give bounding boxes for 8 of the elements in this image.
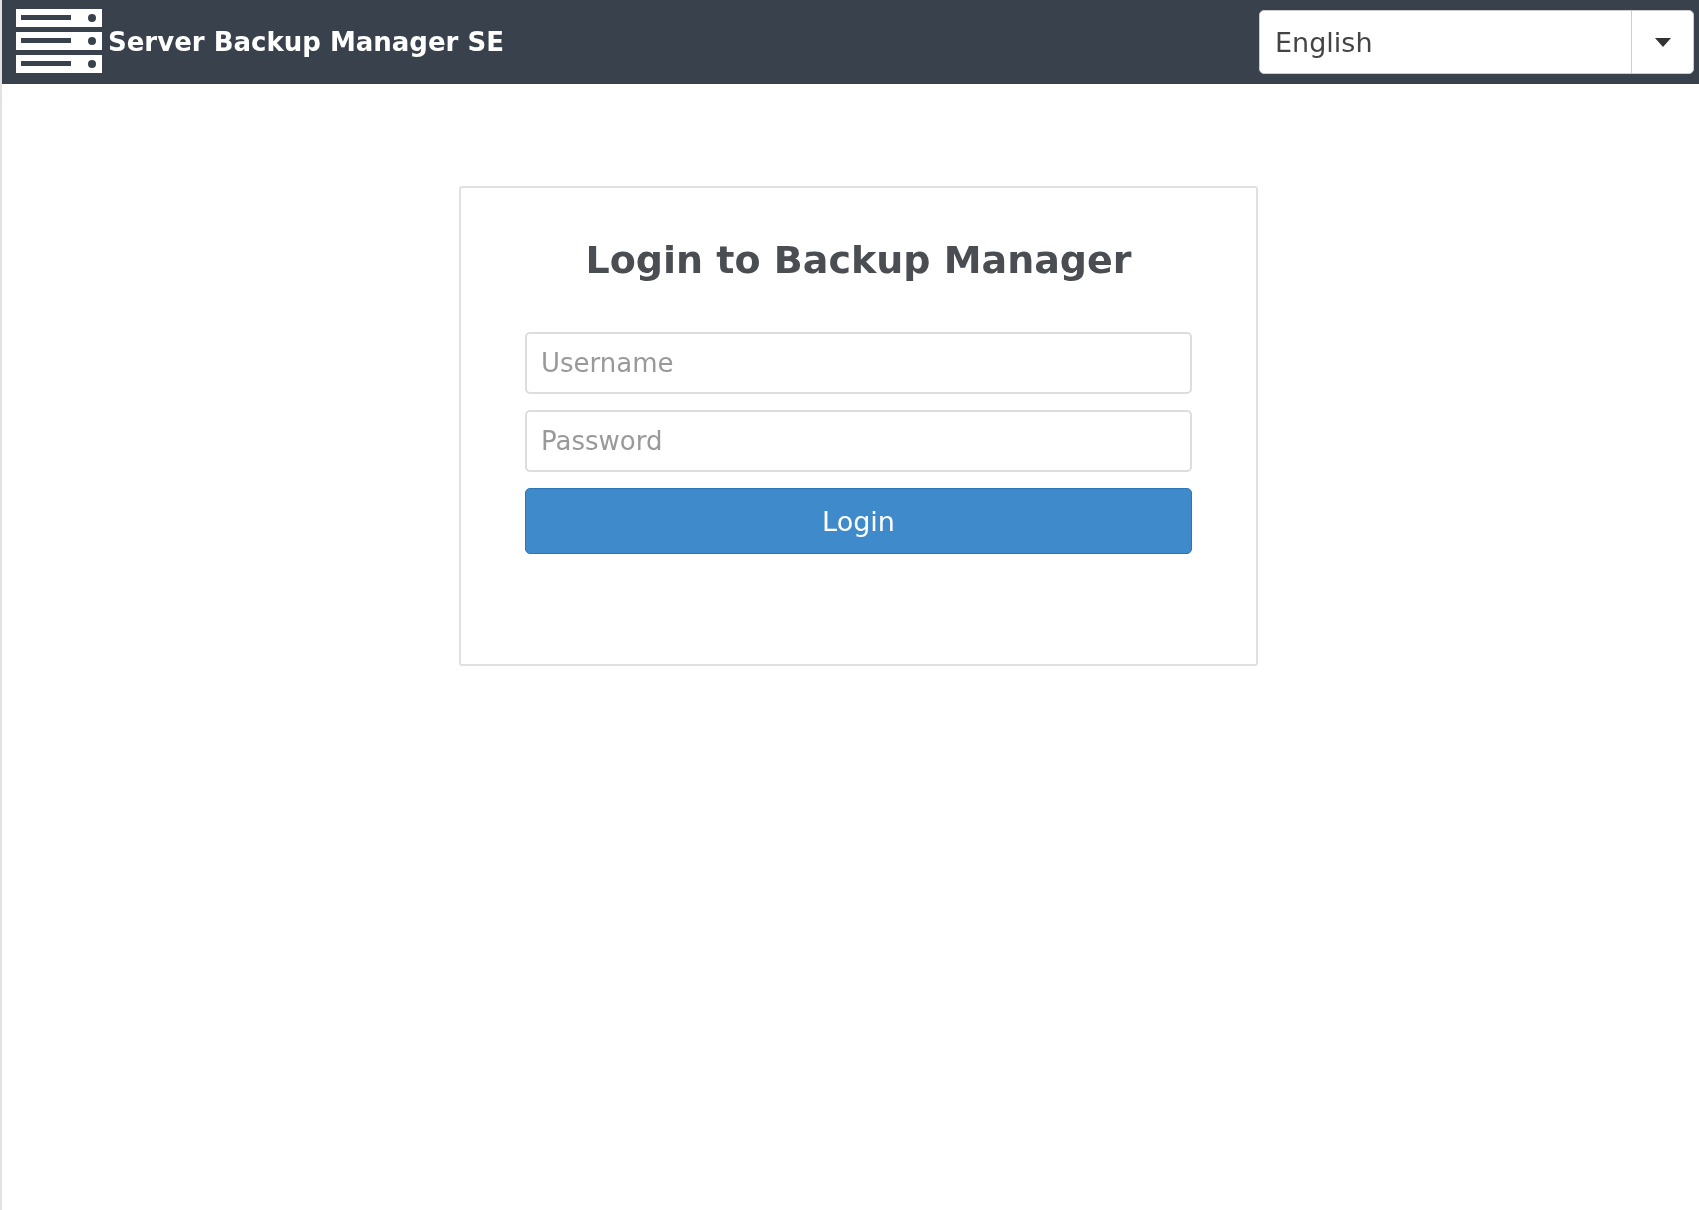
login-heading: Login to Backup Manager — [584, 238, 1133, 282]
login-button[interactable]: Login — [525, 488, 1192, 554]
input-field[interactable]: Username — [525, 332, 1192, 394]
app-title: Server Backup Manager SE — [108, 27, 504, 57]
server-rack-icon — [16, 9, 102, 75]
input-field[interactable]: Password — [525, 410, 1192, 472]
caret-icon — [1654, 37, 1671, 47]
language-select[interactable]: English — [1259, 10, 1694, 74]
